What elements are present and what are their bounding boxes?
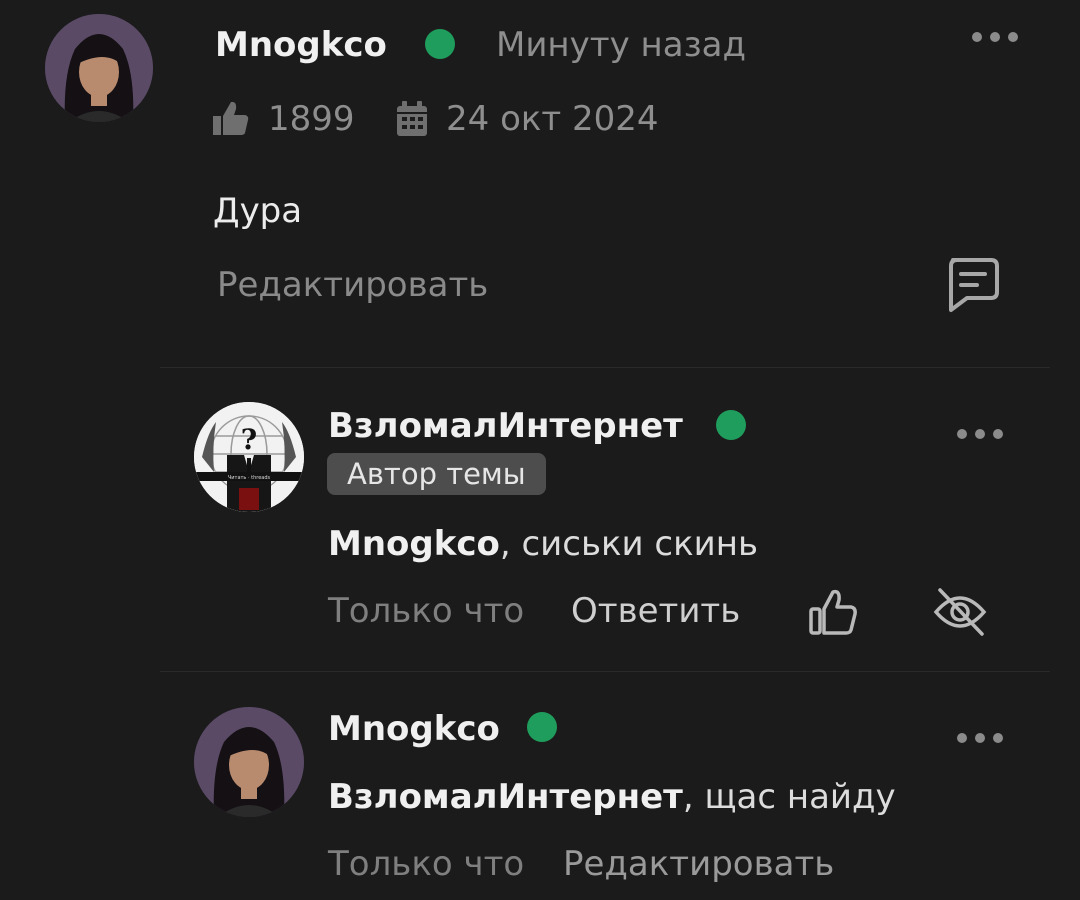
more-options-button[interactable] [957, 733, 1003, 743]
divider [160, 367, 1050, 368]
comment-text: Mnogkco, сиськи скинь [328, 521, 758, 567]
post-author-name[interactable]: Mnogkco [215, 22, 387, 68]
post-time: Минуту назад [496, 25, 747, 65]
edit-button[interactable]: Редактировать [217, 262, 488, 308]
online-status-indicator [425, 29, 455, 59]
avatar[interactable] [194, 707, 304, 817]
eye-off-icon[interactable] [932, 586, 988, 642]
svg-text:Читать · threads: Читать · threads [228, 475, 271, 481]
avatar[interactable]: ? Читать · threads [194, 402, 304, 512]
post-date: 24 окт 2024 [446, 99, 659, 139]
thumbs-up-icon [212, 99, 250, 141]
online-status-indicator [716, 410, 746, 440]
edit-button[interactable]: Редактировать [563, 841, 834, 887]
comment-author-name[interactable]: Mnogkco [328, 706, 500, 752]
svg-text:?: ? [241, 423, 257, 456]
more-dots-icon [972, 32, 982, 42]
avatar[interactable] [45, 14, 153, 122]
thumbs-up-icon[interactable] [808, 588, 858, 640]
mention-link[interactable]: Mnogkco [328, 524, 500, 564]
more-options-button[interactable] [972, 32, 1018, 42]
more-dots-icon [957, 733, 967, 743]
divider [160, 671, 1050, 672]
comment-icon[interactable] [943, 256, 1001, 318]
comment-text: ВзломалИнтернет, щас найду [328, 774, 896, 820]
comment-body: , сиськи скинь [499, 524, 759, 564]
topic-author-badge: Автор темы [327, 453, 546, 495]
mention-link[interactable]: ВзломалИнтернет [328, 777, 683, 817]
comment-time: Только что [328, 591, 525, 631]
more-dots-icon [957, 429, 967, 439]
comment-time: Только что [328, 844, 525, 884]
comment-body: , щас найду [682, 777, 896, 817]
reply-button[interactable]: Ответить [571, 588, 740, 634]
online-status-indicator [527, 712, 557, 742]
post-text: Дура [213, 191, 303, 231]
more-options-button[interactable] [957, 429, 1003, 439]
comment-author-name[interactable]: ВзломалИнтернет [328, 403, 683, 449]
likes-count: 1899 [268, 99, 355, 139]
calendar-icon [396, 101, 428, 141]
